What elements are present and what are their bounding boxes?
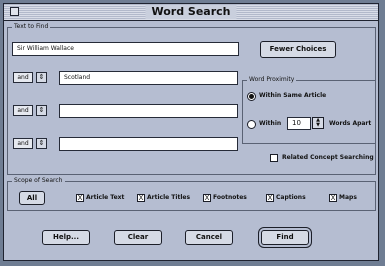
window-title: Word Search: [145, 5, 237, 19]
search-field-2[interactable]: Scotland: [59, 71, 238, 85]
within-words-field[interactable]: 10: [287, 117, 311, 130]
footnotes-checkbox[interactable]: X: [203, 194, 211, 202]
footnotes-label: Footnotes: [213, 194, 247, 201]
within-label: Within: [259, 120, 282, 127]
maps-checkbox[interactable]: X: [329, 194, 337, 202]
help-button[interactable]: Help...: [42, 230, 90, 245]
maps-label: Maps: [339, 194, 357, 201]
scope-of-search-group: Scope of Search: [7, 176, 376, 211]
within-same-article-label: Within Same Article: [259, 92, 327, 99]
search-field-4[interactable]: [59, 137, 238, 151]
find-button[interactable]: Find: [261, 230, 309, 245]
close-box[interactable]: [10, 7, 19, 16]
text-to-find-label: Text to Find: [12, 22, 51, 32]
operator-label-1: and: [13, 72, 33, 83]
article-text-label: Article Text: [86, 194, 125, 201]
radio-within-words[interactable]: [247, 120, 256, 129]
clear-button[interactable]: Clear: [114, 230, 162, 245]
operator-label-3: and: [13, 138, 33, 149]
spinner-arrows-icon[interactable]: ▲ ▼: [312, 117, 324, 129]
scope-of-search-label: Scope of Search: [12, 176, 65, 186]
captions-label: Captions: [276, 194, 306, 201]
word-proximity-label: Word Proximity: [247, 75, 297, 85]
fewer-choices-button[interactable]: Fewer Choices: [260, 41, 336, 58]
radio-within-same-article[interactable]: [247, 92, 256, 101]
cancel-button[interactable]: Cancel: [185, 230, 233, 245]
up-down-arrow-icon[interactable]: ⇕: [36, 138, 47, 149]
primary-search-field[interactable]: Sir William Wallace: [12, 42, 239, 56]
related-concept-label: Related Concept Searching: [282, 154, 374, 161]
article-titles-checkbox[interactable]: X: [137, 194, 145, 202]
word-search-dialog: Word Search Text to Find Sir William Wal…: [3, 3, 379, 261]
words-apart-label: Words Apart: [329, 120, 372, 127]
search-field-3[interactable]: [59, 104, 238, 118]
title-bar[interactable]: Word Search: [4, 4, 378, 21]
related-concept-checkbox[interactable]: [270, 154, 278, 162]
up-down-arrow-icon[interactable]: ⇕: [36, 72, 47, 83]
word-proximity-group: Word Proximity: [242, 75, 376, 144]
captions-checkbox[interactable]: X: [266, 194, 274, 202]
article-text-checkbox[interactable]: X: [76, 194, 84, 202]
article-titles-label: Article Titles: [147, 194, 191, 201]
all-button[interactable]: All: [19, 191, 45, 205]
operator-label-2: and: [13, 105, 33, 116]
up-down-arrow-icon[interactable]: ⇕: [36, 105, 47, 116]
